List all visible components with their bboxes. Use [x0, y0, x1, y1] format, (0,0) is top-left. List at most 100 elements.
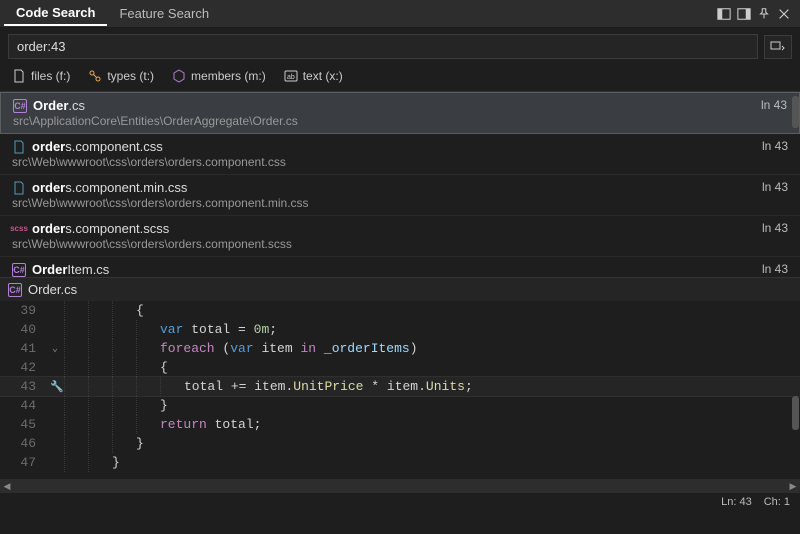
- hscroll-track[interactable]: [14, 481, 786, 491]
- text-icon: ab: [284, 69, 298, 83]
- code-line[interactable]: 42 {: [0, 358, 800, 377]
- search-result[interactable]: C# Order.cs src\ApplicationCore\Entities…: [0, 92, 800, 134]
- code-line[interactable]: 47}: [0, 453, 800, 472]
- search-result[interactable]: C# OrderItem.cs ln 43: [0, 257, 800, 277]
- css-file-icon: [12, 181, 26, 195]
- filter-types[interactable]: types (t:): [88, 69, 154, 83]
- code-line[interactable]: 44}: [0, 396, 800, 415]
- scroll-right-arrow[interactable]: ▶: [786, 479, 800, 493]
- search-row: [0, 28, 800, 65]
- indent-guides: [64, 453, 112, 472]
- results-list: C# Order.cs src\ApplicationCore\Entities…: [0, 91, 800, 277]
- filter-text[interactable]: ab text (x:): [284, 69, 343, 83]
- scss-file-icon: scss: [12, 222, 26, 236]
- result-line-label: ln 43: [753, 98, 787, 112]
- search-input[interactable]: [8, 34, 758, 59]
- result-line-label: ln 43: [754, 262, 788, 276]
- result-filename: orders.component.scss: [32, 221, 169, 236]
- line-number: 46: [0, 436, 46, 451]
- search-result[interactable]: orders.component.css src\Web\wwwroot\css…: [0, 134, 800, 175]
- csharp-file-icon: C#: [8, 283, 22, 297]
- code-line[interactable]: 40 var total = 0m;: [0, 320, 800, 339]
- result-path: src\Web\wwwroot\css\orders\orders.compon…: [12, 155, 754, 169]
- code-content: var total = 0m;: [160, 322, 800, 337]
- tab-feature-search[interactable]: Feature Search: [107, 2, 221, 25]
- fold-indicator[interactable]: ⌄: [46, 343, 64, 355]
- results-scrollbar[interactable]: [790, 92, 800, 277]
- filter-text-label: text (x:): [303, 69, 343, 83]
- code-line[interactable]: 43 🔧 total += item.UnitPrice * item.Units;: [0, 377, 800, 396]
- file-icon: [12, 69, 26, 83]
- css-file-icon: [12, 140, 26, 154]
- code-content: }: [160, 398, 800, 413]
- result-path: src\ApplicationCore\Entities\OrderAggreg…: [13, 114, 753, 128]
- code-editor[interactable]: 39 {40 var total = 0m; 41⌄ foreach (var item…: [0, 301, 800, 479]
- filter-members[interactable]: members (m:): [172, 69, 266, 83]
- line-number: 43: [0, 379, 46, 394]
- csharp-file-icon: C#: [12, 263, 26, 277]
- result-line-label: ln 43: [754, 221, 788, 235]
- editor-scrollbar-thumb[interactable]: [792, 396, 799, 430]
- code-content: total += item.UnitPrice * item.Units;: [184, 379, 800, 394]
- result-filename: OrderItem.cs: [32, 262, 109, 277]
- csharp-file-icon: C#: [13, 99, 27, 113]
- line-number: 42: [0, 360, 46, 375]
- status-line: Ln: 43: [721, 496, 752, 508]
- line-number: 40: [0, 322, 46, 337]
- line-number: 41: [0, 341, 46, 356]
- screwdriver-icon[interactable]: 🔧: [50, 380, 64, 394]
- result-line-label: ln 43: [754, 139, 788, 153]
- result-filename: orders.component.min.css: [32, 180, 187, 195]
- result-path: src\Web\wwwroot\css\orders\orders.compon…: [12, 196, 754, 210]
- types-icon: [88, 69, 102, 83]
- status-bar: Ln: 43 Ch: 1: [0, 493, 800, 511]
- code-content: foreach (var item in _orderItems): [160, 341, 800, 356]
- indent-guides: [64, 415, 160, 434]
- window-dock-left-icon[interactable]: [716, 6, 732, 22]
- results-scrollbar-thumb[interactable]: [792, 96, 799, 128]
- search-result[interactable]: orders.component.min.css src\Web\wwwroot…: [0, 175, 800, 216]
- code-line[interactable]: 41⌄ foreach (var item in _orderItems): [0, 339, 800, 358]
- result-filename: orders.component.css: [32, 139, 163, 154]
- code-line[interactable]: 46}: [0, 434, 800, 453]
- line-number: 47: [0, 455, 46, 470]
- code-content: {: [136, 303, 800, 318]
- filter-files[interactable]: files (f:): [12, 69, 70, 83]
- title-bar: Code Search Feature Search: [0, 0, 800, 28]
- indent-guides: [64, 320, 160, 339]
- members-icon: [172, 69, 186, 83]
- code-line[interactable]: 45 return total;: [0, 415, 800, 434]
- code-content: }: [136, 436, 800, 451]
- indent-guides: [64, 396, 160, 415]
- window-dock-right-icon[interactable]: [736, 6, 752, 22]
- svg-text:ab: ab: [287, 74, 295, 81]
- filter-types-label: types (t:): [107, 69, 154, 83]
- indent-guides: [64, 434, 136, 453]
- result-path: src\Web\wwwroot\css\orders\orders.compon…: [12, 237, 754, 251]
- search-result[interactable]: scss orders.component.scss src\Web\wwwro…: [0, 216, 800, 257]
- code-content: return total;: [160, 417, 800, 432]
- line-number: 45: [0, 417, 46, 432]
- horizontal-scrollbar[interactable]: ◀ ▶: [0, 479, 800, 493]
- filter-members-label: members (m:): [191, 69, 266, 83]
- line-number: 44: [0, 398, 46, 413]
- code-content: }: [112, 455, 800, 470]
- result-line-label: ln 43: [754, 180, 788, 194]
- scroll-left-arrow[interactable]: ◀: [0, 479, 14, 493]
- search-options-dropdown[interactable]: [764, 35, 792, 59]
- line-number: 39: [0, 303, 46, 318]
- pin-icon[interactable]: [756, 6, 772, 22]
- close-icon[interactable]: [776, 6, 792, 22]
- code-line[interactable]: 39 {: [0, 301, 800, 320]
- code-content: {: [160, 360, 800, 375]
- status-char: Ch: 1: [764, 496, 790, 508]
- indent-guides: [64, 377, 184, 396]
- filter-row: files (f:) types (t:) members (m:) ab te…: [0, 65, 800, 91]
- indent-guides: [64, 339, 160, 358]
- indent-guides: [64, 358, 160, 377]
- editor-header: C# Order.cs: [0, 277, 800, 301]
- editor-filename: Order.cs: [28, 282, 77, 297]
- editor-scrollbar[interactable]: [790, 301, 800, 479]
- indent-guides: [64, 301, 136, 320]
- tab-code-search[interactable]: Code Search: [4, 1, 107, 26]
